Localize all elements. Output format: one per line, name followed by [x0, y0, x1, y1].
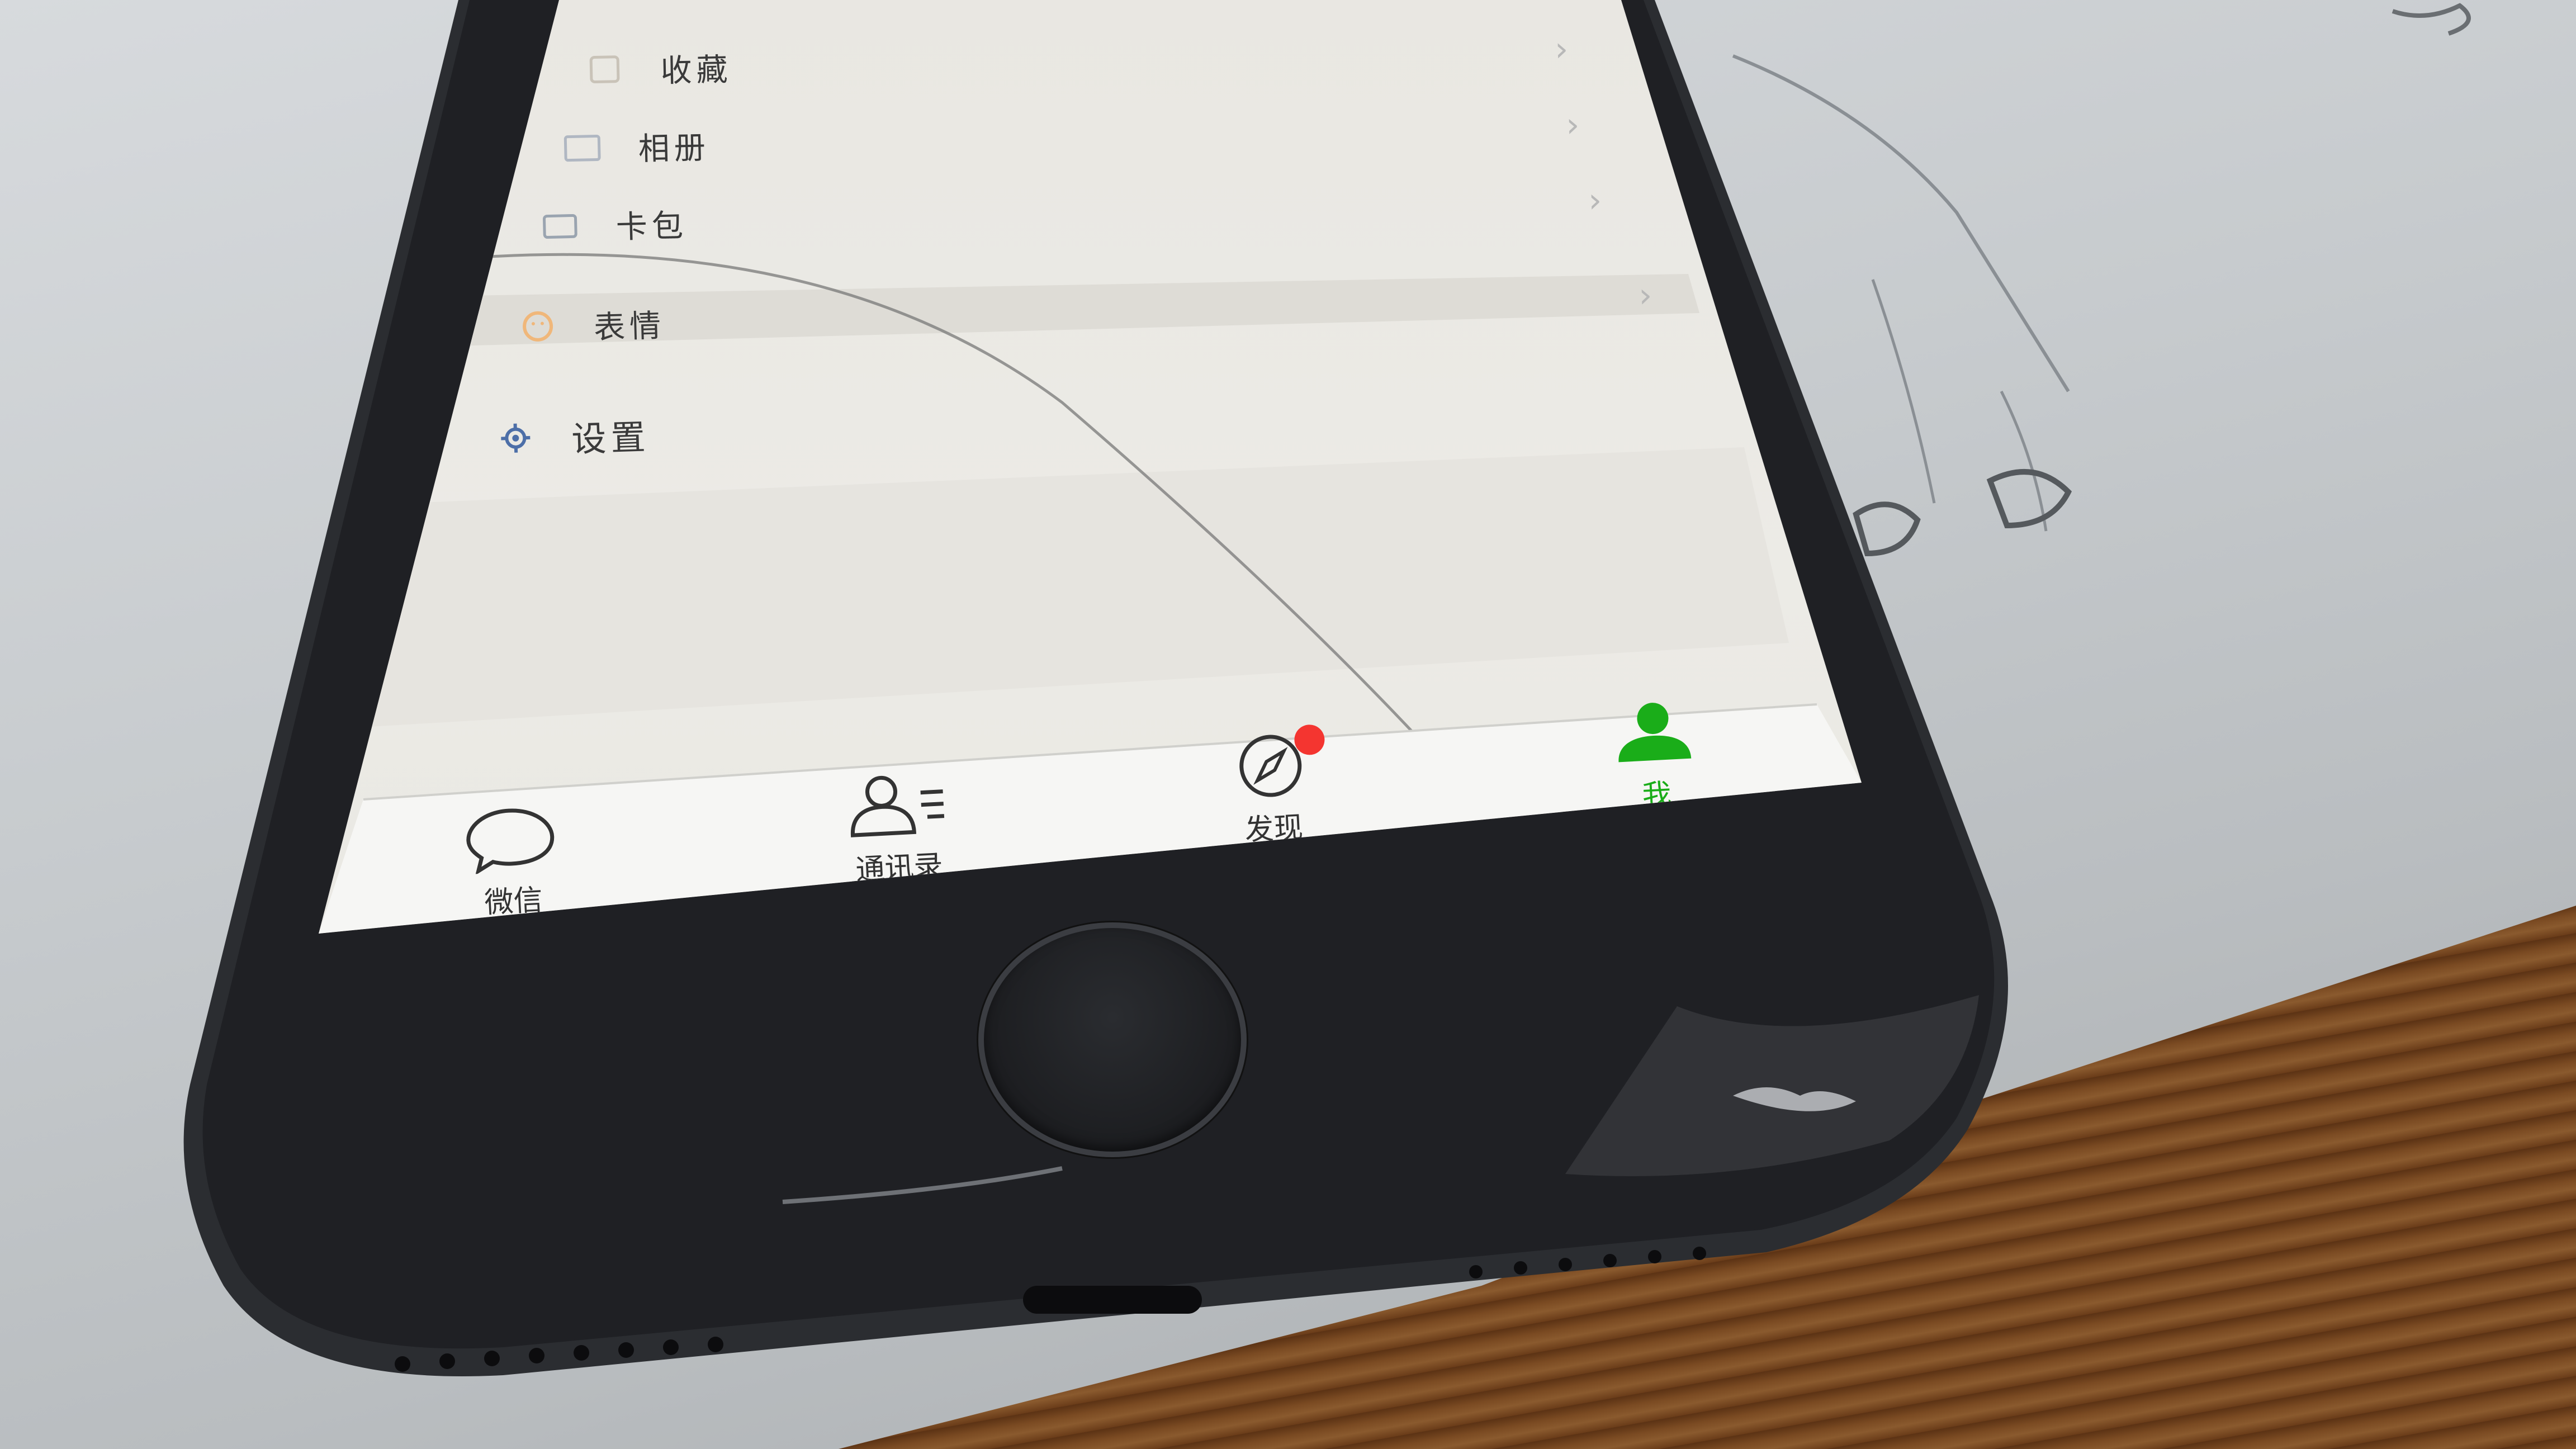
home-button[interactable]: [978, 922, 1247, 1157]
chat-bubble-icon: [466, 808, 555, 875]
tab-discover[interactable]: 发现: [1227, 723, 1325, 849]
person-icon: [1618, 703, 1692, 763]
tab-me[interactable]: 我: [1607, 697, 1703, 816]
tab-contacts[interactable]: 通讯录: [841, 769, 953, 889]
contacts-icon: [850, 775, 945, 837]
photo-scene: 收藏 › 相册 › 卡包 › 表情 › 设置 微信 通讯录 发现 我: [0, 0, 2576, 1449]
tab-wechat[interactable]: 微信: [461, 803, 562, 922]
